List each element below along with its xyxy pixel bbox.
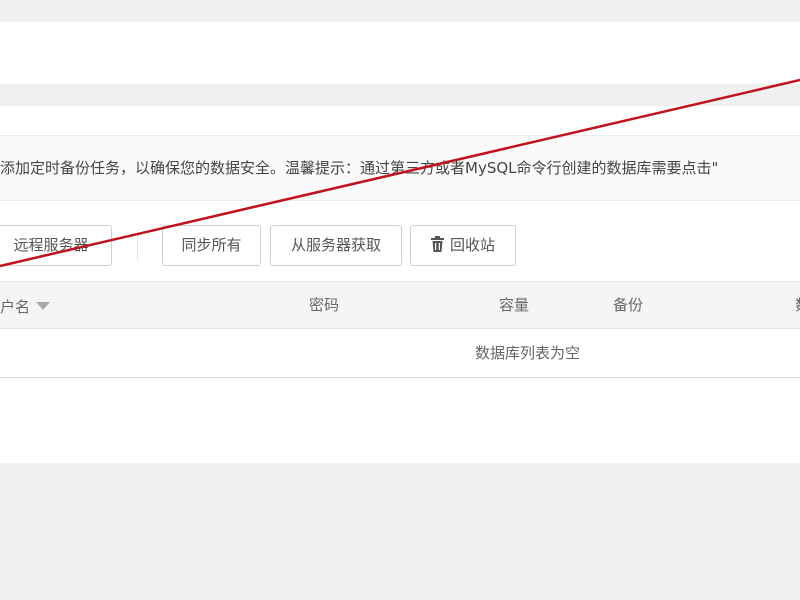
column-header-truncated: 数 bbox=[795, 295, 800, 315]
notice-bar: 添加定时备份任务，以确保您的数据安全。温馨提示：通过第三方或者MySQL命令行创… bbox=[0, 135, 800, 201]
notice-text: 添加定时备份任务，以确保您的数据安全。温馨提示：通过第三方或者MySQL命令行创… bbox=[0, 159, 719, 177]
recycle-bin-label: 回收站 bbox=[449, 236, 495, 254]
recycle-bin-button[interactable]: 回收站 bbox=[410, 225, 516, 266]
column-header-size: 容量 bbox=[499, 296, 530, 314]
toolbar-divider bbox=[137, 231, 138, 261]
top-panel bbox=[0, 22, 800, 84]
column-header-username-label: 户名 bbox=[0, 298, 31, 316]
database-panel: 添加定时备份任务，以确保您的数据安全。温馨提示：通过第三方或者MySQL命令行创… bbox=[0, 106, 800, 463]
column-header-password: 密码 bbox=[309, 296, 340, 314]
table-empty-row: 数据库列表为空 bbox=[0, 329, 800, 378]
fetch-from-server-label: 从服务器获取 bbox=[290, 236, 381, 254]
sort-down-icon[interactable] bbox=[36, 295, 51, 315]
remote-server-label: 远程服务器 bbox=[13, 236, 89, 254]
sync-all-label: 同步所有 bbox=[181, 236, 242, 254]
fetch-from-server-button[interactable]: 从服务器获取 bbox=[270, 225, 402, 266]
column-header-backup: 备份 bbox=[613, 296, 644, 314]
sync-all-button[interactable]: 同步所有 bbox=[162, 225, 261, 266]
column-header-username[interactable]: 户名 bbox=[0, 295, 51, 317]
empty-table-message: 数据库列表为空 bbox=[475, 344, 581, 362]
table-header: 户名 密码 容量 备份 数 bbox=[0, 281, 800, 329]
remote-server-button[interactable]: 远程服务器 bbox=[0, 225, 112, 266]
trash-icon bbox=[430, 228, 444, 267]
